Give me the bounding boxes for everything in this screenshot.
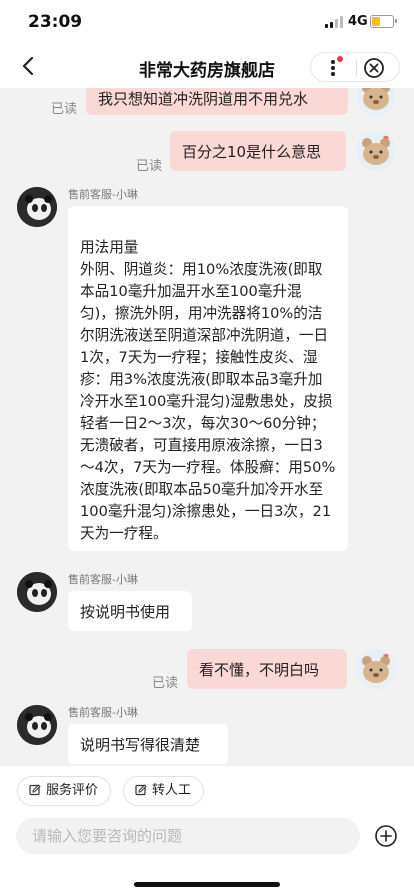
message-text: 百分之10是什么意思 [182, 143, 322, 161]
chat-area[interactable]: 我只想知道冲洗阴道用不用兑水 已读 百分之10是什么意思 已读 售前客服-小琳 … [0, 88, 414, 766]
capsule-divider [356, 60, 357, 76]
message-text: 按说明书使用 [80, 603, 171, 621]
signal-icon [325, 16, 345, 28]
read-receipt: 已读 [136, 159, 163, 174]
transfer-human-label: 转人工 [152, 783, 192, 798]
agent-name: 售前客服-小琳 [68, 188, 138, 201]
user-avatar [356, 131, 396, 171]
plus-circle-icon [375, 825, 397, 847]
nav-bar: 非常大药房旗舰店 [0, 44, 414, 88]
close-circle-icon [364, 58, 384, 78]
edit-icon [135, 784, 147, 796]
message-bubble-outgoing: 百分之10是什么意思 [170, 131, 346, 171]
bear-avatar-icon [362, 135, 390, 165]
service-rating-button[interactable]: 服务评价 [17, 776, 112, 806]
message-bubble-outgoing: 看不懂，不明白吗 [187, 649, 347, 689]
panda-avatar-icon [17, 572, 57, 612]
transfer-human-button[interactable]: 转人工 [123, 776, 205, 806]
message-text: 我只想知道冲洗阴道用不用兑水 [98, 90, 309, 108]
read-receipt: 已读 [152, 676, 179, 691]
mini-program-capsule [310, 52, 400, 82]
home-indicator [134, 882, 280, 887]
agent-avatar [17, 572, 57, 612]
message-bubble-incoming: 用法用量 外阴、阴道炎：用10%浓度洗液(即取本品10毫升加温开水至100毫升混… [68, 206, 348, 551]
message-text: 看不懂，不明白吗 [199, 661, 320, 679]
message-text: 说明书写得很清楚 [80, 736, 201, 754]
message-text: 用法用量 外阴、阴道炎：用10%浓度洗液(即取本品10毫升加温开水至100毫升混… [80, 239, 336, 542]
user-avatar [356, 649, 396, 689]
network-label: 4G [348, 14, 368, 29]
notification-dot [337, 56, 343, 62]
user-avatar [356, 88, 396, 116]
agent-name: 售前客服-小琳 [68, 706, 138, 719]
agent-name: 售前客服-小琳 [68, 573, 138, 586]
bear-avatar-icon [362, 88, 390, 110]
read-receipt: 已读 [51, 102, 78, 117]
panda-avatar-icon [17, 187, 57, 227]
agent-avatar [17, 187, 57, 227]
status-bar: 23:09 4G [0, 0, 414, 44]
bottom-panel: 服务评价 转人工 [0, 766, 414, 896]
message-bubble-outgoing: 我只想知道冲洗阴道用不用兑水 [86, 88, 348, 115]
status-time: 23:09 [28, 12, 83, 32]
panda-avatar-icon [17, 705, 57, 745]
message-bubble-incoming: 按说明书使用 [68, 591, 192, 631]
agent-avatar [17, 705, 57, 745]
edit-icon [29, 784, 41, 796]
service-rating-label: 服务评价 [46, 783, 99, 798]
close-button[interactable] [363, 57, 385, 79]
bear-avatar-icon [362, 653, 390, 683]
plus-button[interactable] [374, 824, 398, 848]
message-bubble-incoming: 说明书写得很清楚 [68, 724, 228, 764]
message-input[interactable] [16, 818, 360, 854]
battery-icon [370, 15, 397, 28]
